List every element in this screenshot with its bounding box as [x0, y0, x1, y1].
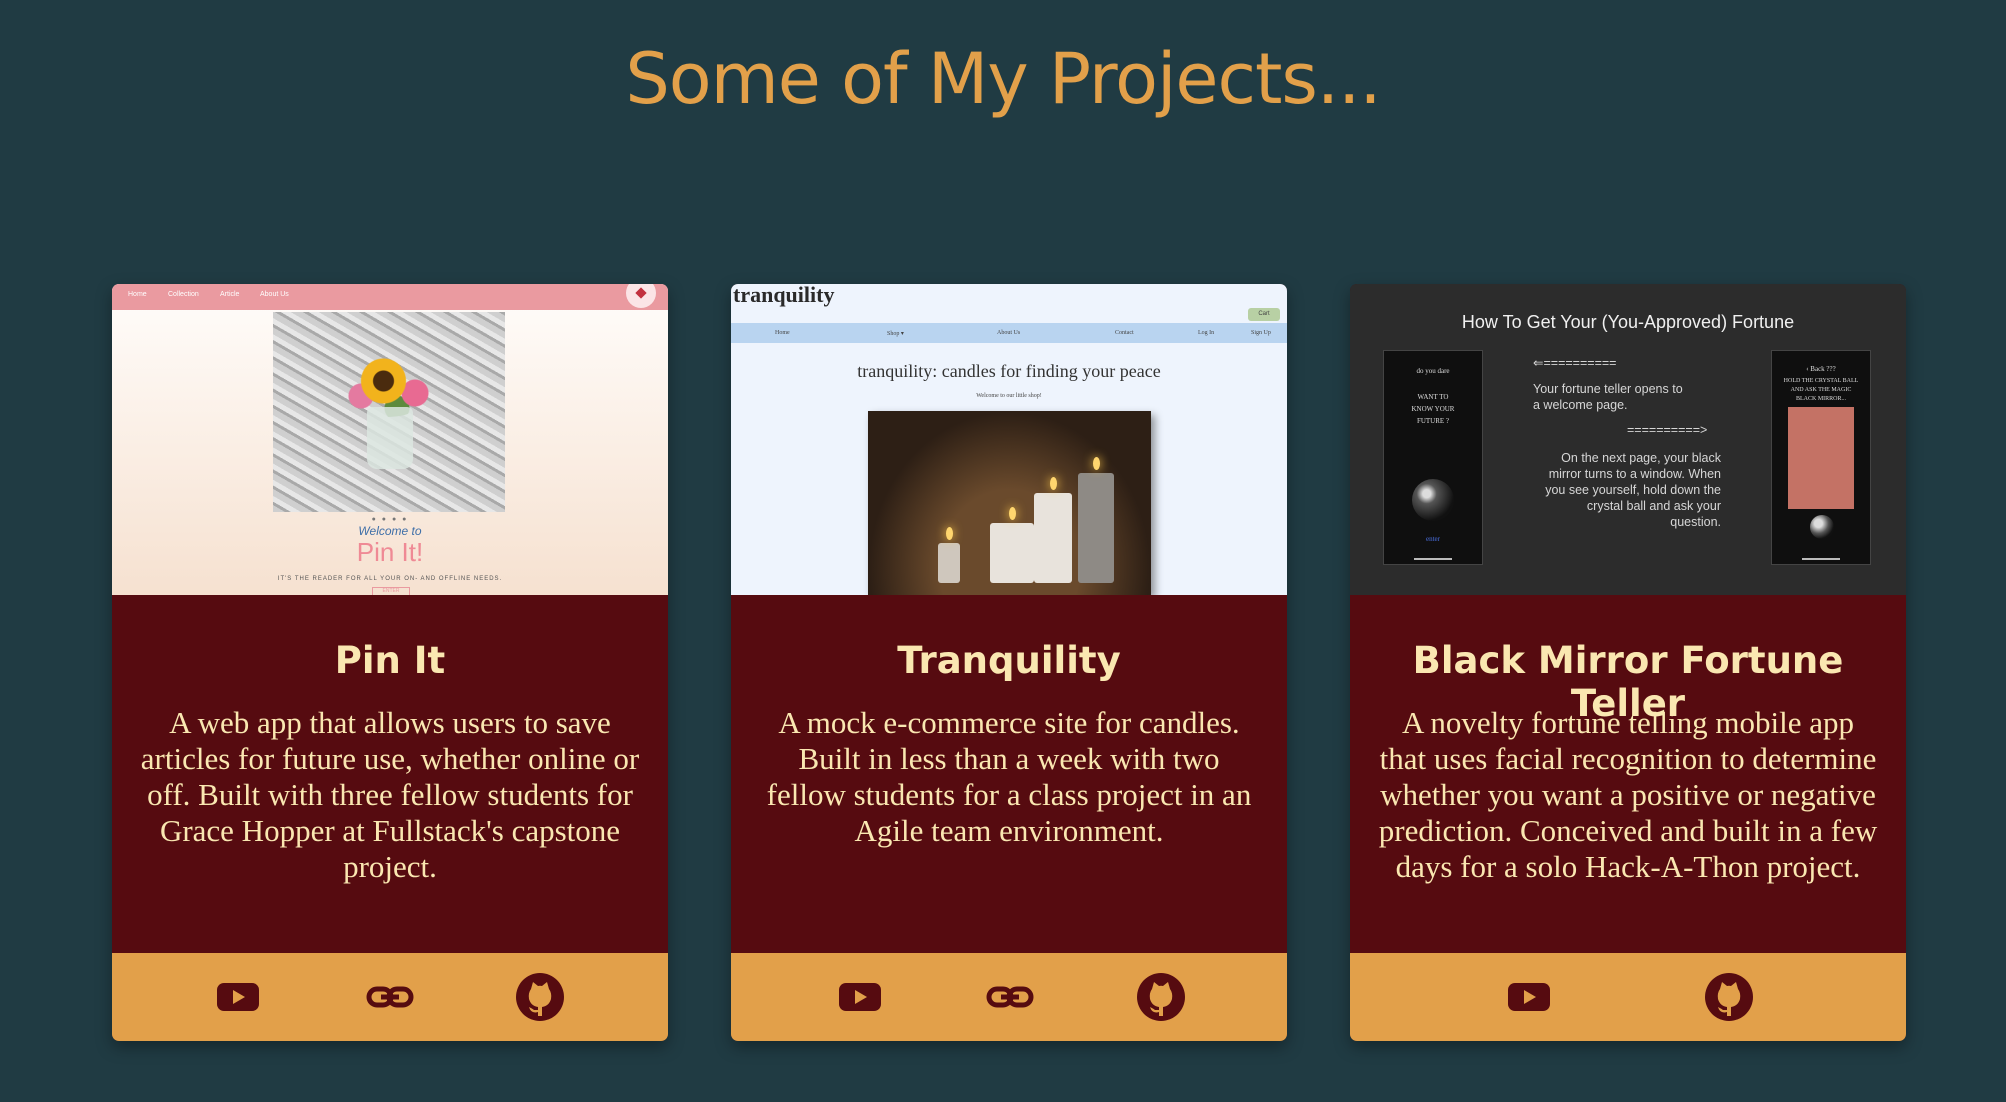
screenshot-tagline: IT'S THE READER FOR ALL YOUR ON- AND OFF…	[277, 576, 503, 582]
screenshot-cart-button: Cart	[1248, 308, 1280, 321]
phone-main-text: HOLD THE CRYSTAL BALL AND ASK THE MAGIC …	[1783, 378, 1859, 402]
page-heading: Some of My Projects...	[625, 38, 1381, 120]
phone-home-bar	[1802, 558, 1840, 560]
phone-main-text: WANT TO KNOW YOUR FUTURE ?	[1411, 393, 1455, 425]
phone-screen-welcome: do you dare WANT TO KNOW YOUR FUTURE ? e…	[1383, 350, 1483, 565]
project-description: A novelty fortune telling mobile app tha…	[1378, 705, 1878, 884]
project-card-tranquility: tranquility Cart Home Shop ▾ About Us Co…	[731, 284, 1287, 1041]
candle-illustration	[990, 507, 1034, 583]
candle-illustration	[1078, 457, 1114, 583]
candles-photo	[868, 411, 1151, 595]
phone-top-text: ‹ Back ???	[1806, 365, 1836, 373]
screenshot-navbar: Home Collection Article About Us	[112, 284, 668, 310]
screenshot-subheading: Welcome to our little shop!	[976, 393, 1042, 399]
github-icon[interactable]	[1135, 971, 1187, 1023]
screenshot-nav-item: About Us	[997, 330, 1021, 336]
project-screenshot[interactable]: How To Get Your (You-Approved) Fortune d…	[1350, 284, 1906, 595]
github-icon[interactable]	[514, 971, 566, 1023]
arrow-left-text: ⇐==========	[1533, 356, 1617, 370]
card-body: Black Mirror Fortune Teller A novelty fo…	[1350, 595, 1906, 953]
crystal-ball-icon	[1810, 515, 1834, 539]
youtube-icon[interactable]	[1503, 971, 1555, 1023]
carousel-dots: ● ● ● ●	[371, 516, 409, 523]
screenshot-heading: tranquility: candles for finding your pe…	[857, 361, 1161, 381]
screenshot-nav-item: Contact	[1115, 330, 1134, 336]
crystal-ball-icon	[1412, 479, 1454, 521]
screenshot-welcome: Welcome to	[358, 524, 422, 538]
screenshot-navbar: Home Shop ▾ About Us Contact Log In Sign…	[731, 323, 1287, 343]
arrow-right-text: ==========>	[1627, 423, 1708, 437]
screenshot-enter-button: ENTER	[372, 587, 410, 595]
candle-illustration	[1034, 477, 1072, 583]
phone-screen-mirror: ‹ Back ??? HOLD THE CRYSTAL BALL AND ASK…	[1771, 350, 1871, 565]
github-icon[interactable]	[1703, 971, 1755, 1023]
card-links	[731, 953, 1287, 1041]
sunflower-photo	[273, 312, 505, 512]
project-card-black-mirror: How To Get Your (You-Approved) Fortune d…	[1350, 284, 1906, 1041]
youtube-icon[interactable]	[834, 971, 886, 1023]
jar-illustration	[367, 407, 413, 469]
link-icon[interactable]	[984, 971, 1036, 1023]
card-links	[1350, 953, 1906, 1041]
screenshot-nav-item: Home	[128, 291, 147, 298]
project-screenshot[interactable]: Home Collection Article About Us ● ● ● ●…	[112, 284, 668, 595]
phone-top-text: do you dare	[1416, 367, 1450, 375]
screenshot-brand: Pin It!	[356, 537, 424, 567]
project-description: A web app that allows users to save arti…	[140, 705, 640, 884]
screenshot-nav-item: Home	[775, 330, 790, 336]
youtube-icon[interactable]	[212, 971, 264, 1023]
project-screenshot[interactable]: tranquility Cart Home Shop ▾ About Us Co…	[731, 284, 1287, 595]
screenshot-nav-item: About Us	[260, 291, 289, 298]
mirror-reflection	[1788, 407, 1854, 509]
candle-illustration	[938, 527, 960, 583]
project-description: A mock e-commerce site for candles. Buil…	[766, 705, 1252, 848]
screenshot-nav-item: Shop ▾	[887, 331, 904, 337]
screenshot-title: How To Get Your (You-Approved) Fortune	[1461, 312, 1795, 332]
screenshot-logo: tranquility	[733, 284, 835, 307]
screenshot-nav-item: Collection	[168, 291, 199, 298]
pin-logo-icon	[626, 284, 656, 308]
phone-home-bar	[1414, 558, 1452, 560]
screenshot-nav-item: Article	[220, 291, 240, 298]
project-card-pin-it: Home Collection Article About Us ● ● ● ●…	[112, 284, 668, 1041]
card-body: Tranquility A mock e-commerce site for c…	[731, 595, 1287, 953]
project-title: Tranquility	[897, 639, 1121, 682]
link-icon[interactable]	[364, 971, 416, 1023]
phone-enter-text: enter	[1426, 535, 1440, 543]
screenshot-nav-item: Log In	[1198, 330, 1215, 336]
step-one-text: Your fortune teller opens to a welcome p…	[1533, 382, 1683, 412]
screenshot-nav-item: Sign Up	[1251, 330, 1271, 336]
card-body: Pin It A web app that allows users to sa…	[112, 595, 668, 953]
project-title: Pin It	[334, 639, 446, 682]
step-two-text: On the next page, your black mirror turn…	[1545, 451, 1721, 529]
card-links	[112, 953, 668, 1041]
